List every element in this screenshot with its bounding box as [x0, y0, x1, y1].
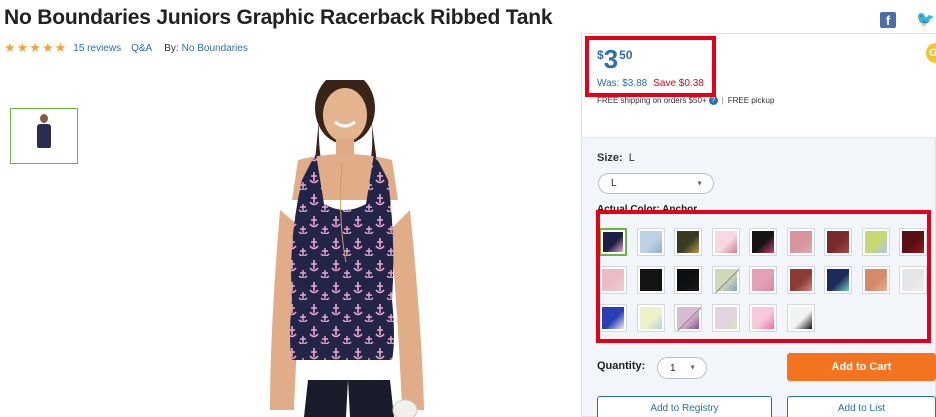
add-to-registry-button[interactable]: Add to Registry — [597, 396, 772, 417]
twitter-icon[interactable]: 🐦 — [916, 12, 935, 28]
brand-by-label: By: — [164, 42, 179, 54]
swatch-highlight-box — [596, 210, 931, 343]
quantity-label: Quantity: — [597, 360, 646, 372]
product-title: No Boundaries Juniors Graphic Racerback … — [4, 6, 553, 29]
add-to-list-button[interactable]: Add to List — [787, 396, 936, 417]
star-rating-icon[interactable]: ★★★★★ — [4, 40, 67, 56]
thumbnail-image — [34, 114, 54, 158]
quantity-value: 1 — [670, 362, 676, 374]
size-label: Size: L — [597, 152, 635, 164]
product-main-image — [270, 80, 424, 417]
size-selected: L — [611, 178, 617, 189]
shipping-info: FREE shipping on orders $50+ ? | FREE pi… — [597, 96, 774, 105]
reviews-link[interactable]: 15 reviews — [73, 43, 121, 54]
chevron-down-icon: ▼ — [696, 180, 703, 187]
quantity-dropdown[interactable]: 1 ▼ — [657, 357, 707, 379]
info-icon[interactable]: ? — [708, 96, 718, 105]
size-value: L — [628, 152, 635, 164]
pickup-text: FREE pickup — [727, 96, 775, 105]
chevron-down-icon: ▼ — [689, 364, 696, 372]
add-to-cart-button[interactable]: Add to Cart — [787, 353, 936, 381]
facebook-icon[interactable]: f — [880, 12, 896, 28]
shipping-text: FREE shipping on orders $50+ — [597, 96, 707, 105]
rating-row: ★★★★★ 15 reviews Q&A By: No Boundaries — [4, 40, 248, 56]
brand-link[interactable]: No Boundaries — [182, 43, 248, 54]
price-highlight-box — [585, 36, 716, 97]
product-thumbnail[interactable] — [10, 108, 78, 164]
divider: | — [721, 96, 724, 105]
size-label-text: Size: — [597, 152, 623, 164]
size-dropdown[interactable]: L ▼ — [598, 173, 714, 194]
qa-link[interactable]: Q&A — [131, 43, 152, 54]
